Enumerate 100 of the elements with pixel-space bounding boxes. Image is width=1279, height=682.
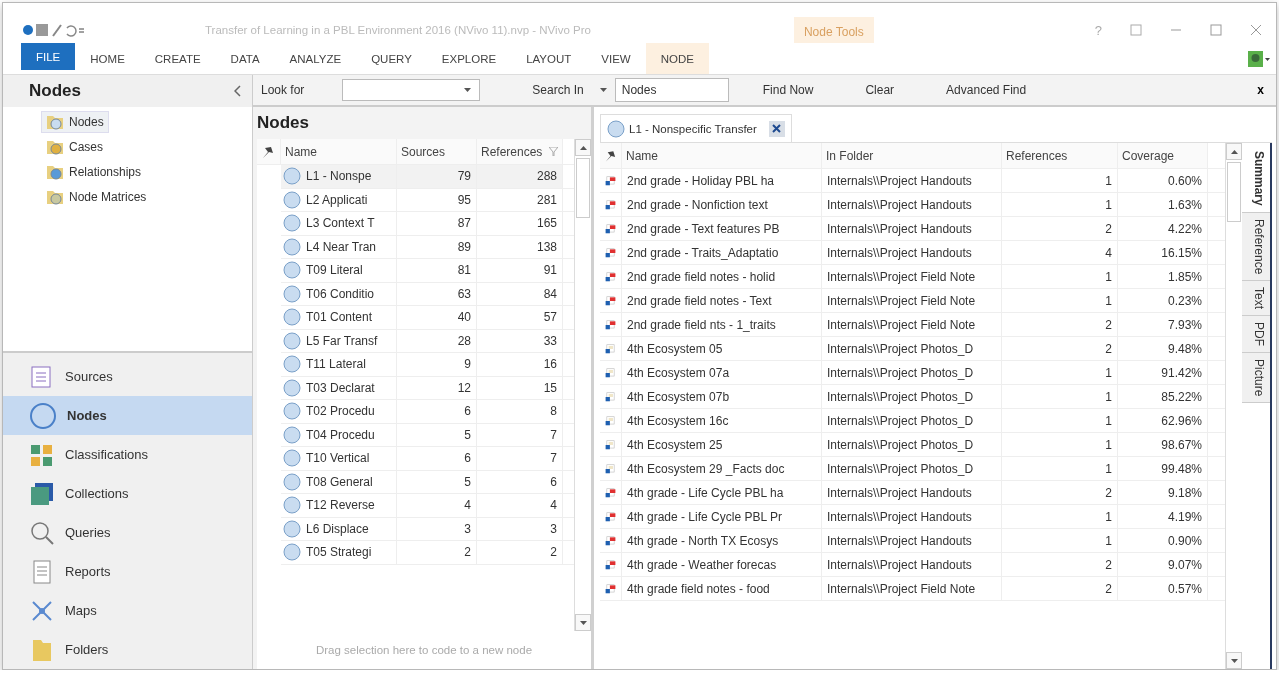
table-cell[interactable]: L3 Context T <box>281 212 397 235</box>
account-icon[interactable] <box>1248 50 1270 67</box>
ribbon-tab[interactable]: EXPLORE <box>426 43 512 74</box>
tree-item[interactable]: Relationships <box>41 161 147 183</box>
navigation-section[interactable]: Classifications <box>3 435 252 474</box>
table-cell[interactable]: L6 Displace <box>281 517 397 540</box>
navigation-section[interactable]: Reports <box>3 552 252 591</box>
side-tab[interactable]: Text <box>1242 281 1270 317</box>
find-bar-button[interactable]: Find Now <box>762 83 814 97</box>
document-tab[interactable]: L1 - Nonspecific Transfer <box>600 114 792 142</box>
tree-item[interactable]: Node Matrices <box>41 186 152 208</box>
table-cell[interactable]: T04 Procedu <box>281 423 397 446</box>
search-in-field[interactable]: Nodes <box>614 78 729 102</box>
table-cell[interactable]: L4 Near Tran <box>281 235 397 258</box>
quick-access-toolbar-icon[interactable] <box>23 23 85 37</box>
ribbon-tab[interactable]: NODE <box>645 43 709 74</box>
table-cell[interactable]: 4th Ecosystem 07a <box>622 361 822 384</box>
column-header[interactable]: In Folder <box>822 143 1002 168</box>
table-cell: 4 <box>477 494 563 517</box>
table-cell: Internals\\Project Handouts <box>822 481 1002 504</box>
table-cell[interactable]: 4th Ecosystem 25 <box>622 433 822 456</box>
ribbon-tab[interactable]: CREATE <box>139 43 216 74</box>
table-cell[interactable]: 2nd grade field notes - Text <box>622 289 822 312</box>
navigation-section[interactable]: Folders <box>3 630 252 669</box>
ribbon-tab[interactable]: LAYOUT <box>511 43 587 74</box>
table-cell[interactable]: T05 Strategi <box>281 541 397 564</box>
table-cell[interactable]: 2nd grade - Nonfiction text <box>622 193 822 216</box>
table-cell[interactable]: 4th grade - Life Cycle PBL ha <box>622 481 822 504</box>
table-cell: 1 <box>1002 169 1118 192</box>
chevron-left-icon[interactable] <box>234 85 242 97</box>
navigation-section[interactable]: Queries <box>3 513 252 552</box>
table-cell[interactable]: 4th grade field notes - food <box>622 577 822 600</box>
scrollbar-thumb[interactable] <box>576 158 590 218</box>
scroll-up-icon[interactable] <box>1230 149 1238 154</box>
table-cell[interactable]: 4th grade - North TX Ecosys <box>622 529 822 552</box>
node-icon <box>283 425 301 444</box>
table-cell[interactable]: 4th Ecosystem 29 _Facts doc <box>622 457 822 480</box>
column-header[interactable]: References <box>1002 143 1118 168</box>
dropdown-arrow-icon[interactable] <box>599 88 607 92</box>
close-button[interactable]: x <box>1253 83 1268 97</box>
table-cell[interactable]: T12 Reverse <box>281 494 397 517</box>
ribbon-tab[interactable]: FILE <box>21 43 76 70</box>
table-cell: 33 <box>477 329 563 352</box>
ribbon-tab[interactable]: VIEW <box>586 43 646 74</box>
node-icon <box>607 119 625 138</box>
table-cell[interactable]: 2nd grade field nts - 1_traits <box>622 313 822 336</box>
table-cell[interactable]: 4th grade - Life Cycle PBL Pr <box>622 505 822 528</box>
table-cell[interactable]: 2nd grade - Text features PB <box>622 217 822 240</box>
table-cell[interactable]: T11 Lateral <box>281 353 397 376</box>
tree-item[interactable]: Cases <box>41 136 108 158</box>
tree-item[interactable]: Nodes <box>41 111 109 133</box>
navigation-section[interactable]: Nodes <box>3 396 252 435</box>
table-cell[interactable]: L5 Far Transf <box>281 329 397 352</box>
node-icon <box>283 496 301 515</box>
navigation-section[interactable]: Maps <box>3 591 252 630</box>
table-cell[interactable]: T02 Procedu <box>281 400 397 423</box>
scrollbar[interactable] <box>1225 143 1242 669</box>
side-tab[interactable]: PDF <box>1242 316 1270 354</box>
find-bar-button[interactable]: Clear <box>865 83 895 97</box>
table-cell[interactable]: T08 General <box>281 470 397 493</box>
close-tab-button[interactable] <box>768 120 785 137</box>
scrollbar[interactable] <box>574 139 591 631</box>
node-icon <box>283 190 301 209</box>
table-cell[interactable]: 4th grade - Weather forecas <box>622 553 822 576</box>
ribbon-tab[interactable]: HOME <box>75 43 140 74</box>
side-tab[interactable]: Picture <box>1242 353 1270 404</box>
circle-icon <box>29 401 57 430</box>
ribbon-tab[interactable]: ANALYZE <box>274 43 357 74</box>
find-bar-button[interactable]: Advanced Find <box>946 83 1027 97</box>
ribbon-tab[interactable]: DATA <box>215 43 275 74</box>
side-tab[interactable]: Reference <box>1242 212 1270 282</box>
table-cell[interactable]: T06 Conditio <box>281 282 397 305</box>
column-header[interactable]: Coverage <box>1118 143 1208 168</box>
table-cell[interactable]: T01 Content <box>281 306 397 329</box>
table-cell[interactable]: 4th Ecosystem 05 <box>622 337 822 360</box>
table-cell[interactable]: 2nd grade - Holiday PBL ha <box>622 169 822 192</box>
look-for-field[interactable] <box>342 79 481 101</box>
scroll-down-icon[interactable] <box>1230 658 1238 663</box>
table-cell[interactable]: L2 Applicati <box>281 188 397 211</box>
scrollbar-thumb[interactable] <box>1227 162 1241 222</box>
table-cell: 0.23% <box>1118 289 1208 312</box>
column-header[interactable]: Name <box>281 139 397 164</box>
column-header[interactable]: Name <box>622 143 822 168</box>
table-cell[interactable]: 4th Ecosystem 07b <box>622 385 822 408</box>
navigation-section[interactable]: Collections <box>3 474 252 513</box>
table-cell[interactable]: T10 Vertical <box>281 447 397 470</box>
table-cell[interactable]: T03 Declarat <box>281 376 397 399</box>
column-header[interactable]: References <box>477 139 563 164</box>
ribbon-tab[interactable]: QUERY <box>356 43 427 74</box>
navigation-section[interactable]: Sources <box>3 357 252 396</box>
table-cell[interactable]: 2nd grade - Traits_Adaptatio <box>622 241 822 264</box>
scroll-up-icon[interactable] <box>579 145 587 150</box>
table-cell[interactable]: T09 Literal <box>281 259 397 282</box>
column-header[interactable]: Sources <box>397 139 477 164</box>
table-cell[interactable]: 4th Ecosystem 16c <box>622 409 822 432</box>
dropdown-arrow-icon[interactable] <box>464 88 472 92</box>
table-cell[interactable]: 2nd grade field notes - holid <box>622 265 822 288</box>
close-icon[interactable] <box>1250 24 1262 36</box>
scroll-down-icon[interactable] <box>579 620 587 625</box>
table-cell[interactable]: L1 - Nonspe <box>281 165 397 188</box>
